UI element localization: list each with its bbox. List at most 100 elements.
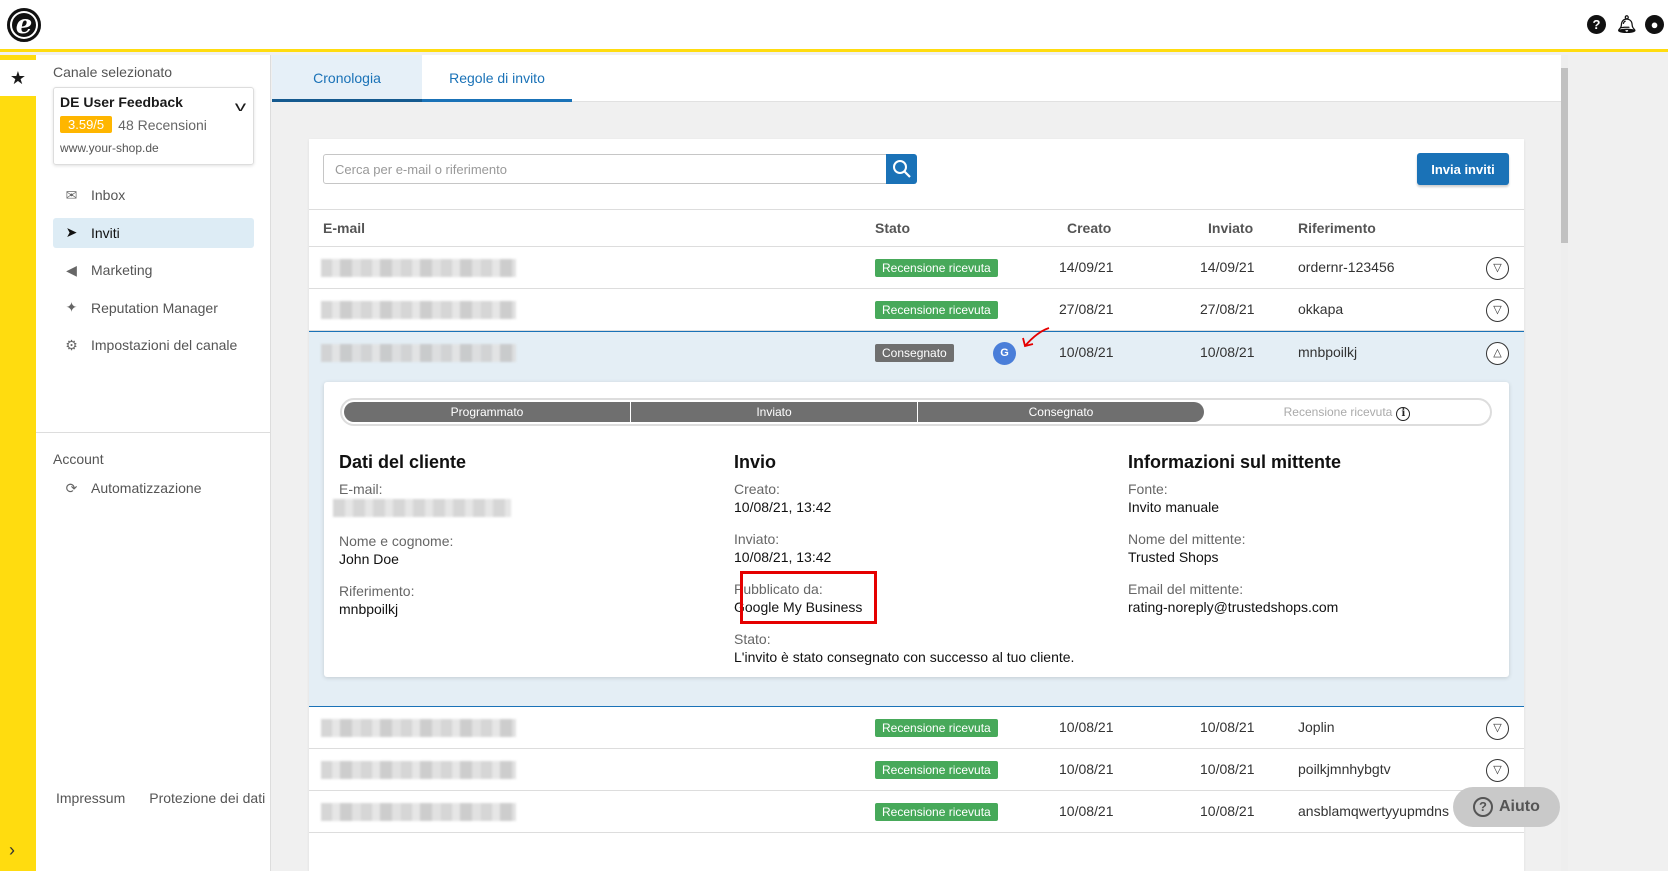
sending-section: Invio Creato: 10/08/21, 13:42 Inviato: 1… bbox=[734, 452, 1074, 681]
search-button[interactable] bbox=[886, 154, 917, 184]
status-badge: Recensione ricevuta bbox=[875, 259, 998, 277]
field-label: Fonte: bbox=[1128, 481, 1168, 497]
sparkle-icon: ✦ bbox=[65, 299, 78, 315]
expand-sidebar-icon[interactable]: › bbox=[9, 840, 15, 861]
sidebar-item-inviti[interactable]: ➤ Inviti bbox=[53, 217, 254, 248]
account-label: Account bbox=[53, 451, 104, 467]
sender-section: Informazioni sul mittente Fonte: Invito … bbox=[1128, 452, 1341, 631]
scrollbar-thumb[interactable] bbox=[1561, 68, 1568, 243]
sent-cell: 27/08/21 bbox=[1200, 301, 1255, 317]
step-label: Recensione ricevuta bbox=[1283, 405, 1393, 419]
chevron-down-icon[interactable]: ▽ bbox=[1486, 257, 1509, 280]
chevron-down-icon[interactable]: ▽ bbox=[1486, 717, 1509, 740]
sent-cell: 10/08/21 bbox=[1200, 803, 1255, 819]
privacy-link[interactable]: Protezione dei dati bbox=[149, 790, 265, 806]
detail-card: Programmato Inviato Consegnato Recension… bbox=[324, 382, 1509, 677]
sidebar-item-inbox[interactable]: ✉ Inbox bbox=[53, 180, 254, 210]
red-arrow-annotation bbox=[1022, 327, 1050, 348]
column-status[interactable]: Stato bbox=[875, 220, 910, 236]
channel-name: DE User Feedback bbox=[60, 94, 183, 110]
chevron-down-icon[interactable]: ▽ bbox=[1486, 759, 1509, 782]
created-cell: 10/08/21 bbox=[1059, 719, 1114, 735]
column-email[interactable]: E-mail bbox=[323, 220, 365, 236]
tab-bar: Cronologia Regole di invito bbox=[272, 55, 1561, 102]
status-badge: Recensione ricevuta bbox=[875, 761, 998, 779]
sidebar-item-marketing[interactable]: ◀ Marketing bbox=[53, 255, 254, 285]
chevron-down-icon[interactable]: ▽ bbox=[1486, 299, 1509, 322]
sender-name: Trusted Shops bbox=[1128, 549, 1219, 565]
channel-url: www.your-shop.de bbox=[60, 141, 159, 155]
reference-cell: ordernr-123456 bbox=[1298, 259, 1395, 275]
field-label: E-mail: bbox=[339, 481, 383, 497]
help-button[interactable]: ? Aiuto bbox=[1453, 787, 1560, 827]
table-row[interactable]: Recensione ricevuta 14/09/21 14/09/21 or… bbox=[309, 247, 1524, 289]
source-value: Invito manuale bbox=[1128, 499, 1220, 515]
logo-icon[interactable]: e bbox=[7, 8, 41, 42]
email-redacted bbox=[321, 761, 516, 779]
search-input[interactable] bbox=[323, 154, 887, 184]
help-icon[interactable]: ? bbox=[1587, 15, 1606, 34]
sidebar-item-automation[interactable]: ⟳ Automatizzazione bbox=[53, 473, 254, 503]
megaphone-icon: ◀ bbox=[66, 261, 77, 278]
reference-cell: okkapa bbox=[1298, 301, 1344, 317]
email-redacted bbox=[321, 301, 516, 319]
table-row[interactable]: Recensione ricevuta 10/08/21 10/08/21 an… bbox=[309, 791, 1524, 833]
created-value: 10/08/21, 13:42 bbox=[734, 499, 832, 515]
bell-icon[interactable]: 🔔︎ bbox=[1616, 15, 1638, 34]
sent-value: 10/08/21, 13:42 bbox=[734, 549, 832, 565]
send-icon: ➤ bbox=[65, 224, 78, 240]
sender-email: rating-noreply@trustedshops.com bbox=[1128, 599, 1339, 615]
section-title: Invio bbox=[734, 452, 777, 472]
sent-cell: 10/08/21 bbox=[1200, 344, 1255, 360]
step-scheduled: Programmato bbox=[344, 402, 630, 422]
info-icon[interactable]: i bbox=[1396, 407, 1411, 421]
column-sent[interactable]: Inviato bbox=[1208, 220, 1253, 236]
sent-cell: 14/09/21 bbox=[1200, 259, 1255, 275]
sidebar-item-label: Automatizzazione bbox=[91, 480, 202, 496]
star-icon[interactable]: ★ bbox=[0, 60, 36, 96]
impressum-link[interactable]: Impressum bbox=[56, 790, 125, 806]
table-row[interactable]: Recensione ricevuta 10/08/21 10/08/21 po… bbox=[309, 749, 1524, 791]
inbox-icon: ✉ bbox=[65, 186, 78, 203]
rating-badge: 3.59/5 bbox=[60, 116, 113, 133]
sidebar-item-label: Inviti bbox=[91, 224, 120, 241]
table-row[interactable]: Recensione ricevuta 10/08/21 10/08/21 Jo… bbox=[309, 707, 1524, 749]
sidebar-footer: Impressum Protezione dei dati bbox=[56, 790, 265, 806]
chevron-up-icon[interactable]: △ bbox=[1486, 342, 1509, 365]
tab-regole-di-invito[interactable]: Regole di invito bbox=[422, 55, 572, 102]
table-row-expanded[interactable]: Consegnato G 10/08/21 10/08/21 mnbpoilkj… bbox=[309, 327, 1524, 373]
search-icon bbox=[893, 160, 911, 178]
section-title: Dati del cliente bbox=[339, 452, 467, 472]
field-label: Nome del mittente: bbox=[1128, 531, 1246, 547]
created-cell: 10/08/21 bbox=[1059, 803, 1114, 819]
field-label: Nome e cognome: bbox=[339, 533, 454, 549]
tab-cronologia[interactable]: Cronologia bbox=[272, 55, 422, 102]
email-redacted bbox=[321, 344, 516, 362]
reference-cell: mnbpoilkj bbox=[1298, 344, 1358, 360]
column-created[interactable]: Creato bbox=[1067, 220, 1111, 236]
status-badge: Recensione ricevuta bbox=[875, 719, 998, 737]
customer-name: John Doe bbox=[339, 551, 399, 567]
table-row[interactable]: Recensione ricevuta 27/08/21 27/08/21 ok… bbox=[309, 289, 1524, 331]
send-invites-button[interactable]: Invia inviti bbox=[1417, 153, 1509, 185]
field-label: Riferimento: bbox=[339, 583, 415, 599]
sidebar-item-label: Inbox bbox=[91, 187, 126, 203]
invites-panel: Invia inviti E-mail Stato Creato Inviato… bbox=[309, 139, 1524, 871]
email-redacted bbox=[321, 803, 516, 821]
sidebar-item-channel-settings[interactable]: ⚙ Impostazioni del canale bbox=[53, 330, 254, 360]
customer-reference: mnbpoilkj bbox=[339, 601, 399, 617]
automation-icon: ⟳ bbox=[65, 479, 78, 496]
side-strip bbox=[0, 55, 36, 871]
red-highlight-box bbox=[740, 571, 877, 624]
email-redacted bbox=[321, 259, 516, 277]
user-icon[interactable]: ● bbox=[1645, 15, 1664, 34]
column-reference[interactable]: Riferimento bbox=[1298, 220, 1376, 236]
progress-tracker: Programmato Inviato Consegnato Recension… bbox=[340, 398, 1492, 426]
chevron-down-icon[interactable]: v bbox=[235, 98, 246, 114]
status-badge: Consegnato bbox=[875, 344, 954, 362]
top-bar: e ? 🔔︎ ● bbox=[0, 0, 1668, 52]
created-cell: 14/09/21 bbox=[1059, 259, 1114, 275]
sidebar-item-reputation-manager[interactable]: ✦ Reputation Manager bbox=[53, 293, 254, 323]
step-review-received: Recensione ricevuta i bbox=[1204, 402, 1490, 422]
channel-selector[interactable]: DE User Feedback v 3.59/5 48 Recensioni … bbox=[53, 87, 254, 165]
